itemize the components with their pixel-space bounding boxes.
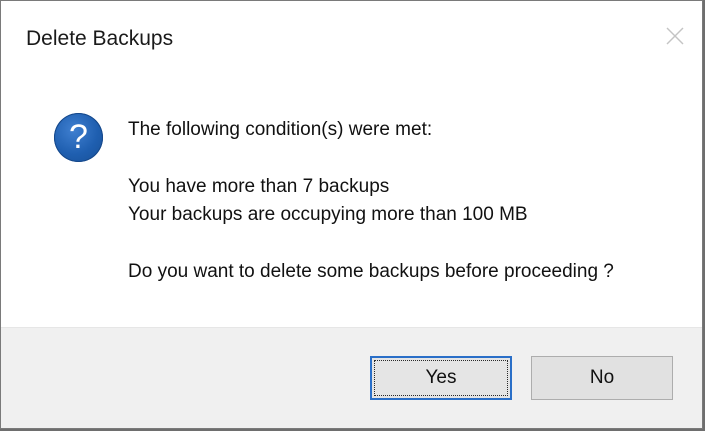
dialog-body: ? The following condition(s) were met: Y… xyxy=(1,79,702,327)
title-bar[interactable]: Delete Backups xyxy=(1,1,702,79)
delete-backups-dialog: Delete Backups ? The following condition… xyxy=(0,0,703,429)
message-line-confirm-question: Do you want to delete some backups befor… xyxy=(128,261,614,282)
dialog-footer: Yes No xyxy=(1,327,702,428)
question-icon: ? xyxy=(54,113,103,162)
no-button[interactable]: No xyxy=(531,356,673,400)
dialog-title: Delete Backups xyxy=(26,27,174,50)
close-icon[interactable] xyxy=(662,23,688,49)
question-glyph: ? xyxy=(69,118,88,156)
message-line-backup-size: Your backups are occupying more than 100… xyxy=(128,204,528,225)
message-line-backup-count: You have more than 7 backups xyxy=(128,176,390,197)
message-line-conditions-met: The following condition(s) were met: xyxy=(128,119,433,140)
yes-button[interactable]: Yes xyxy=(370,356,512,400)
